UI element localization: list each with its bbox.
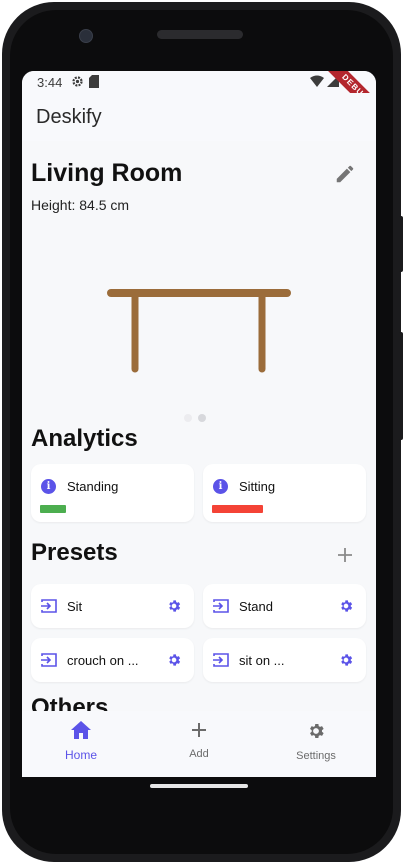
- preset-card[interactable]: sit on ...: [203, 638, 366, 682]
- status-time: 3:44: [37, 75, 63, 90]
- front-camera: [79, 29, 93, 43]
- gear-icon[interactable]: [166, 652, 182, 668]
- app-bar: Deskify: [22, 93, 376, 141]
- app-screen: 3:44 DEBUG Deskify Living Room Height: 8…: [22, 71, 376, 777]
- info-icon: i: [213, 479, 228, 494]
- preset-card[interactable]: Stand: [203, 584, 366, 628]
- analytics-label: Sitting: [239, 479, 276, 494]
- nav-label: Add: [189, 748, 209, 760]
- preset-label: sit on ...: [239, 653, 285, 668]
- room-title: Living Room: [31, 159, 183, 187]
- input-icon: [213, 653, 229, 667]
- power-button: [399, 332, 403, 440]
- analytics-card-sitting[interactable]: i Sitting: [203, 464, 366, 522]
- gear-icon: [310, 724, 324, 738]
- page-dot-active[interactable]: [198, 414, 206, 422]
- gear-icon[interactable]: [338, 598, 354, 614]
- height-readout: Height: 84.5 cm: [31, 197, 130, 213]
- wifi-icon: [310, 75, 324, 87]
- input-icon: [41, 599, 57, 613]
- others-title: Others: [31, 694, 109, 711]
- home-icon: [71, 721, 91, 739]
- analytics-title: Analytics: [31, 425, 138, 452]
- add-preset-icon[interactable]: [335, 545, 355, 565]
- standing-bar: [40, 505, 66, 513]
- earpiece: [157, 30, 243, 39]
- input-icon: [41, 653, 57, 667]
- app-title: Deskify: [36, 106, 102, 128]
- plus-icon: [192, 723, 206, 737]
- edit-icon[interactable]: [334, 163, 356, 185]
- nav-add[interactable]: Add: [149, 721, 249, 760]
- sitting-bar: [212, 505, 263, 513]
- analytics-card-standing[interactable]: i Standing: [31, 464, 194, 522]
- info-icon: i: [41, 479, 56, 494]
- preset-label: crouch on ...: [67, 653, 139, 668]
- preset-card[interactable]: Sit: [31, 584, 194, 628]
- desk-illustration: [107, 289, 291, 373]
- preset-card[interactable]: crouch on ...: [31, 638, 194, 682]
- volume-button: [399, 216, 403, 272]
- nav-home[interactable]: Home: [31, 721, 131, 762]
- gear-icon[interactable]: [338, 652, 354, 668]
- preset-label: Stand: [239, 599, 273, 614]
- nav-label: Settings: [296, 750, 336, 762]
- sd-card-icon: [89, 75, 99, 88]
- gesture-bar[interactable]: [150, 784, 248, 788]
- bottom-navigation: Home Add Settings: [22, 711, 376, 777]
- preset-label: Sit: [67, 599, 83, 614]
- analytics-label: Standing: [67, 479, 119, 494]
- main-content[interactable]: Living Room Height: 84.5 cm Analytics i …: [22, 141, 376, 711]
- settings-status-icon: [72, 76, 83, 87]
- nav-label: Home: [64, 748, 97, 762]
- presets-title: Presets: [31, 539, 118, 566]
- gear-icon[interactable]: [166, 598, 182, 614]
- status-bar: 3:44 DEBUG: [22, 71, 376, 132]
- input-icon: [213, 599, 229, 613]
- nav-settings[interactable]: Settings: [266, 721, 366, 762]
- page-indicator[interactable]: [184, 409, 212, 427]
- page-dot[interactable]: [184, 414, 192, 422]
